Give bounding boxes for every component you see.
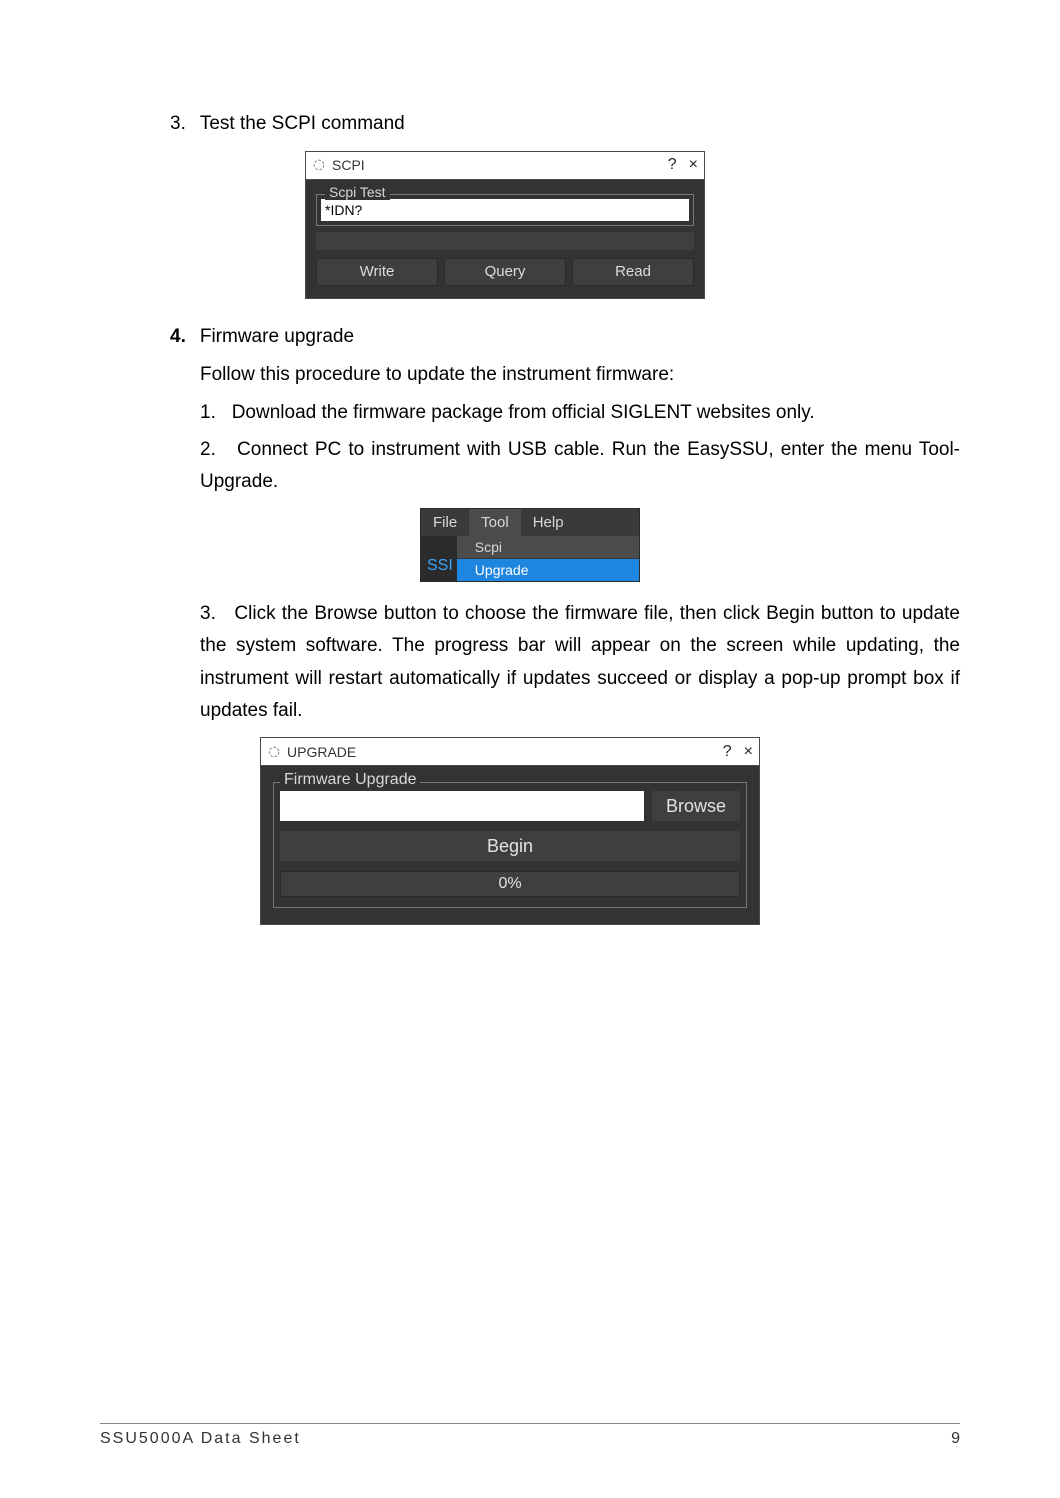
close-button[interactable]: × <box>689 156 698 174</box>
scpi-test-fieldset: Scpi Test *IDN? <box>316 194 694 226</box>
app-icon <box>312 158 326 172</box>
menubar: File Tool Help <box>421 509 639 536</box>
fieldset-legend: Scpi Test <box>325 184 390 200</box>
scpi-command-input[interactable]: *IDN? <box>321 199 689 221</box>
begin-button[interactable]: Begin <box>280 831 740 861</box>
menu-file[interactable]: File <box>421 509 469 536</box>
firmware-upgrade-fieldset: Firmware Upgrade Browse Begin 0% <box>273 782 747 908</box>
step-text: Download the firmware package from offic… <box>232 402 815 423</box>
submenu-scpi[interactable]: Scpi <box>457 536 639 559</box>
step-2: 2. Connect PC to instrument with USB cab… <box>200 434 960 499</box>
section-4-title: Firmware upgrade <box>200 323 960 352</box>
menu-tool[interactable]: Tool <box>469 509 521 536</box>
footer-title: SSU5000A Data Sheet <box>100 1430 301 1448</box>
step-text: Connect PC to instrument with USB cable.… <box>200 439 960 492</box>
help-button[interactable]: ? <box>723 743 732 761</box>
titlebar: UPGRADE ? × <box>261 738 759 766</box>
scpi-readout <box>316 232 694 250</box>
window-title: SCPI <box>332 157 365 173</box>
query-button[interactable]: Query <box>444 258 566 286</box>
step-text: Click the Browse button to choose the fi… <box>200 603 960 721</box>
upgrade-window: UPGRADE ? × Firmware Upgrade Browse Begi… <box>260 737 760 925</box>
window-title: UPGRADE <box>287 744 356 760</box>
submenu-upgrade[interactable]: Upgrade <box>457 559 639 581</box>
step-3: 3. Click the Browse button to choose the… <box>200 598 960 727</box>
progress-bar: 0% <box>280 871 740 897</box>
list-item-4: 4. Firmware upgrade <box>100 323 960 352</box>
step-marker: 1. <box>200 402 216 423</box>
menu-help[interactable]: Help <box>521 509 576 536</box>
write-button[interactable]: Write <box>316 258 438 286</box>
close-button[interactable]: × <box>744 743 753 761</box>
page-footer: SSU5000A Data Sheet 9 <box>100 1423 960 1448</box>
submenu: Scpi Upgrade <box>457 536 639 581</box>
ordinal-marker: 3. <box>100 110 186 139</box>
titlebar: SCPI ? × <box>306 152 704 180</box>
list-item-3: 3. Test the SCPI command <box>100 110 960 139</box>
firmware-path-input[interactable] <box>280 791 644 821</box>
browse-button[interactable]: Browse <box>652 791 740 821</box>
app-icon <box>267 745 281 759</box>
scpi-window: SCPI ? × Scpi Test *IDN? Write Query Rea… <box>305 151 705 299</box>
help-button[interactable]: ? <box>668 156 677 174</box>
section-3-title: Test the SCPI command <box>200 110 960 139</box>
step-1: 1. Download the firmware package from of… <box>200 397 960 429</box>
page-number: 9 <box>951 1430 960 1448</box>
section-4-intro: Follow this procedure to update the inst… <box>200 359 960 391</box>
step-marker: 3. <box>200 603 216 624</box>
app-short-label: SSI <box>421 536 457 581</box>
tool-menu-screenshot: File Tool Help SSI Scpi Upgrade <box>420 508 640 582</box>
read-button[interactable]: Read <box>572 258 694 286</box>
scpi-body: Scpi Test *IDN? Write Query Read <box>306 180 704 298</box>
ordinal-marker: 4. <box>100 323 186 352</box>
fieldset-legend: Firmware Upgrade <box>280 771 420 789</box>
upgrade-body: Firmware Upgrade Browse Begin 0% <box>261 766 759 924</box>
step-marker: 2. <box>200 439 216 460</box>
